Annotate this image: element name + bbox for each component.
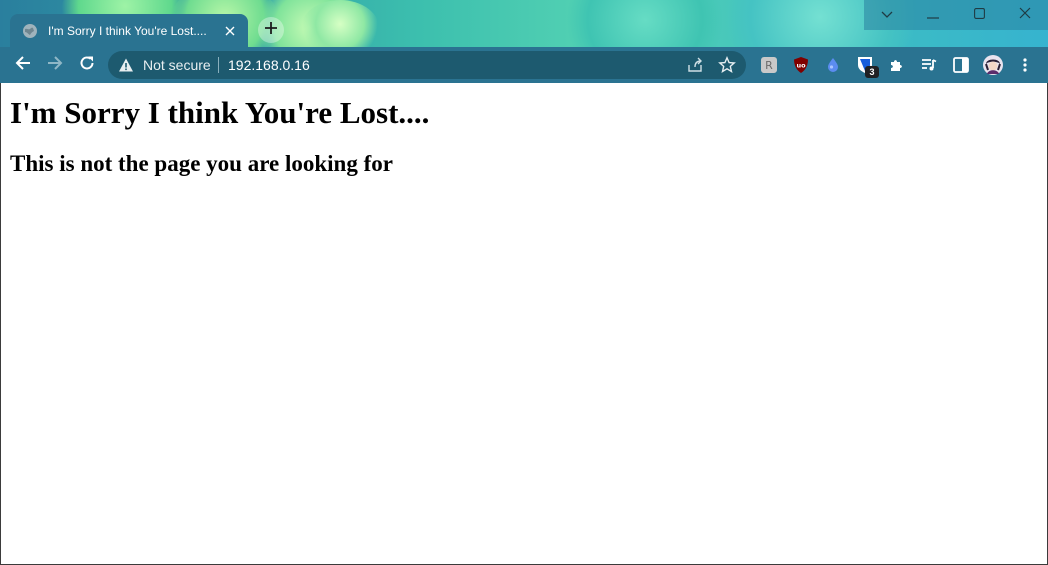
arrow-left-icon: [15, 55, 31, 76]
omnibox-divider: [218, 57, 219, 73]
share-icon[interactable]: [686, 56, 704, 74]
chevron-down-icon: [881, 6, 893, 24]
profile-avatar[interactable]: [983, 55, 1003, 75]
minimize-button[interactable]: [910, 0, 956, 30]
warning-icon[interactable]: [118, 57, 134, 73]
star-icon[interactable]: [718, 56, 736, 74]
page-heading: I'm Sorry I think You're Lost....: [10, 95, 430, 130]
reload-icon: [79, 55, 95, 76]
maximize-button[interactable]: [956, 0, 1002, 30]
page-subheading: This is not the page you are looking for: [10, 151, 393, 176]
bitwarden-badge-count: 3: [865, 66, 879, 78]
browser-toolbar: Not secure 192.168.0.16 R uo: [0, 47, 1048, 83]
reload-button[interactable]: [74, 52, 100, 78]
address-bar[interactable]: Not secure 192.168.0.16: [108, 51, 746, 79]
back-button[interactable]: [10, 52, 36, 78]
new-tab-button[interactable]: [258, 17, 284, 43]
close-icon[interactable]: [222, 23, 238, 39]
forward-button[interactable]: [42, 52, 68, 78]
close-icon: [1019, 6, 1031, 24]
page-content: I'm Sorry I think You're Lost.... This i…: [0, 83, 1048, 565]
theme-decoration: [560, 0, 730, 47]
security-status-label[interactable]: Not secure: [143, 57, 211, 73]
ublock-icon[interactable]: uo: [792, 56, 810, 74]
svg-text:uo: uo: [796, 62, 806, 70]
arrow-right-icon: [47, 55, 63, 76]
window-close-button[interactable]: [1002, 0, 1048, 30]
svg-text:R: R: [765, 59, 773, 72]
url-text[interactable]: 192.168.0.16: [228, 57, 310, 73]
media-queue-icon[interactable]: [920, 56, 938, 74]
tab-title: I'm Sorry I think You're Lost....: [48, 23, 207, 38]
extension-grey-icon[interactable]: R: [760, 56, 778, 74]
puzzle-icon[interactable]: [888, 56, 906, 74]
plus-icon: [265, 21, 277, 39]
tab-search-button[interactable]: [864, 0, 910, 30]
theme-decoration: [300, 0, 380, 47]
minimize-icon: [927, 6, 939, 24]
maximize-icon: [973, 6, 985, 24]
kebab-menu-icon[interactable]: [1016, 56, 1034, 74]
browser-tab-active[interactable]: I'm Sorry I think You're Lost....: [10, 14, 248, 47]
globe-icon: [22, 23, 38, 39]
side-panel-icon[interactable]: [952, 56, 970, 74]
drop-icon[interactable]: [824, 56, 842, 74]
browser-titlebar: I'm Sorry I think You're Lost....: [0, 0, 1048, 47]
